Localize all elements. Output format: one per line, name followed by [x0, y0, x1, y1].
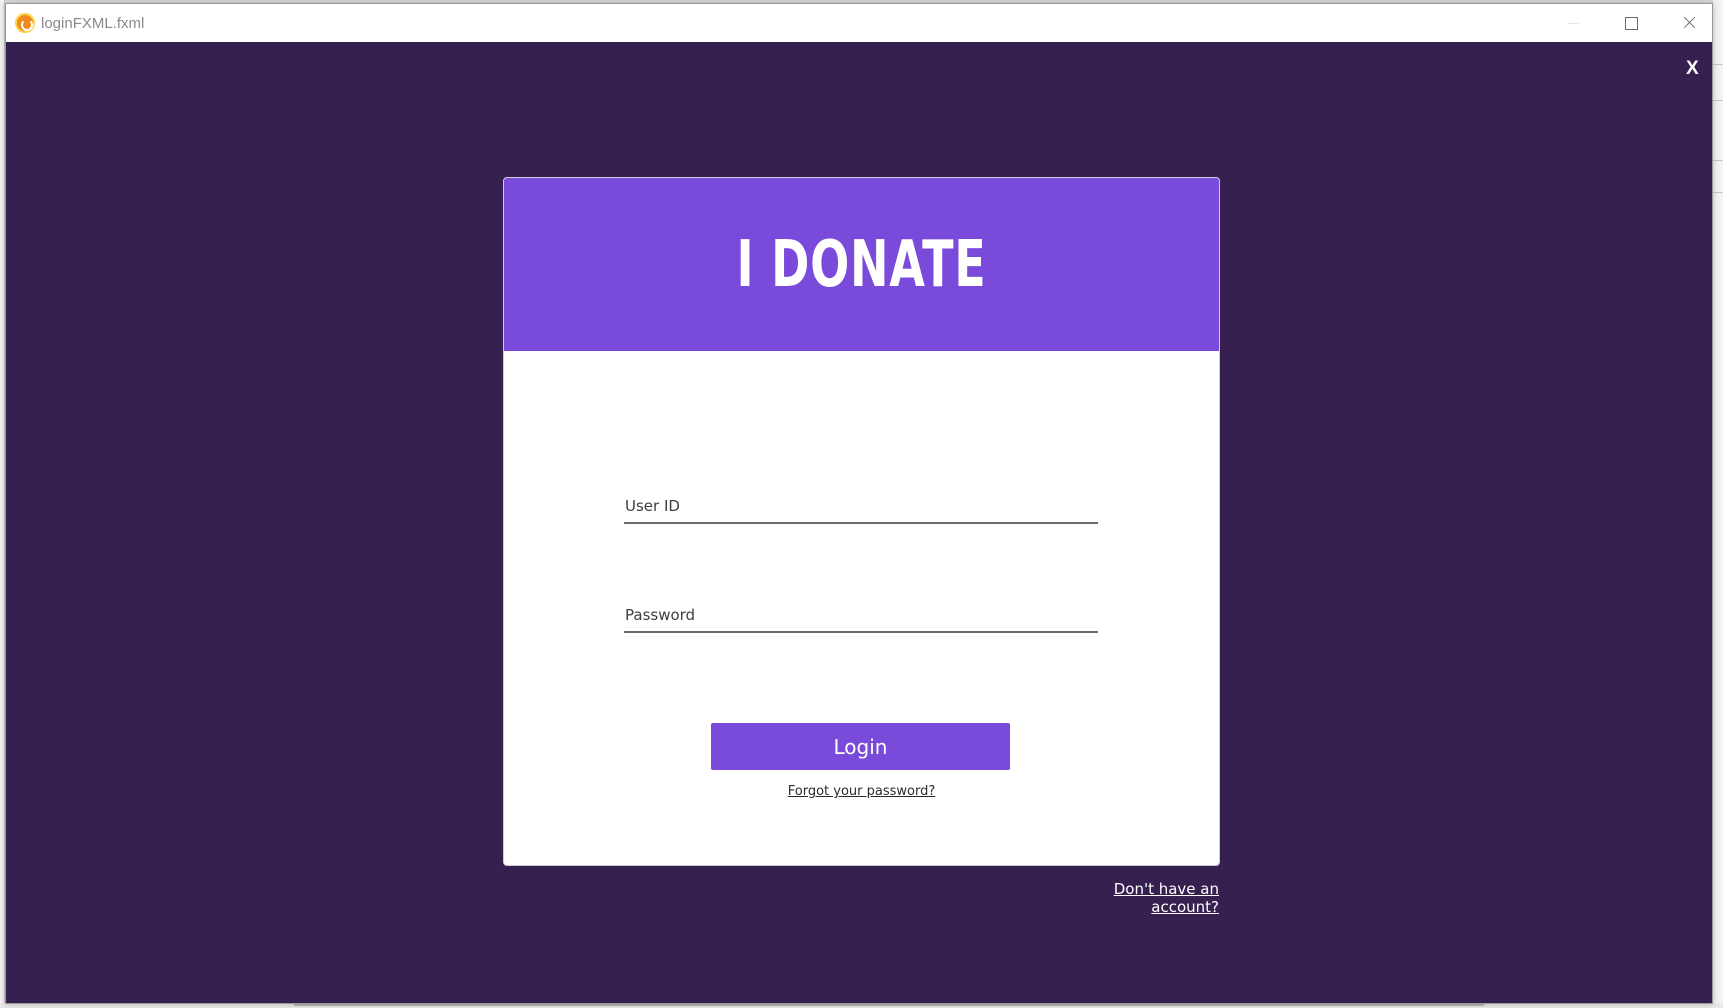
- password-field: [624, 599, 1098, 633]
- login-card: I DONATE Login Forgot your password?: [503, 177, 1220, 866]
- brand-title: I DONATE: [736, 228, 987, 302]
- background-app-edge-right: [1713, 0, 1723, 1008]
- minimize-icon[interactable]: [1544, 4, 1602, 42]
- window-title: loginFXML.fxml: [41, 15, 145, 32]
- title-bar: loginFXML.fxml: [6, 4, 1712, 42]
- user-id-input[interactable]: [624, 490, 1098, 522]
- user-id-field: [624, 490, 1098, 524]
- maximize-icon[interactable]: [1602, 4, 1660, 42]
- forgot-password-link[interactable]: Forgot your password?: [504, 784, 1219, 799]
- signup-link[interactable]: Don't have an account?: [1049, 880, 1219, 916]
- app-logo-icon: [15, 13, 35, 33]
- window-close-icon[interactable]: [1660, 4, 1718, 42]
- card-header: I DONATE: [504, 178, 1219, 351]
- app-window: loginFXML.fxml X I DONATE Login Forgot y…: [5, 3, 1713, 1004]
- login-button[interactable]: Login: [711, 723, 1010, 770]
- close-button[interactable]: X: [1686, 58, 1699, 80]
- password-input[interactable]: [624, 599, 1098, 631]
